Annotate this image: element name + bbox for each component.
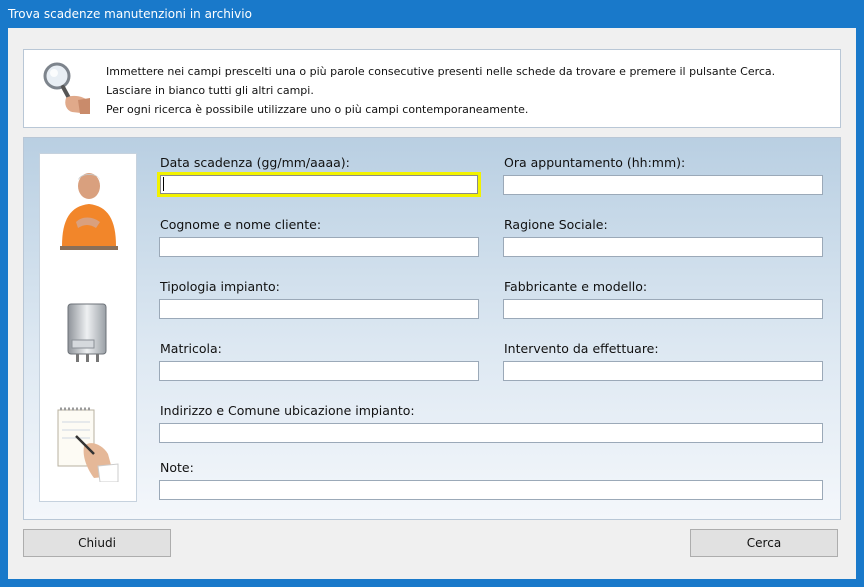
illustration-strip — [39, 153, 137, 502]
ora-appuntamento-input[interactable] — [503, 175, 823, 195]
close-button[interactable]: Chiudi — [23, 529, 171, 557]
ragione-sociale-input[interactable] — [503, 237, 823, 257]
fabbricante-modello-label: Fabbricante e modello: — [504, 279, 648, 294]
notepad-writing-icon — [57, 407, 119, 482]
boiler-icon — [67, 303, 107, 362]
note-label: Note: — [160, 460, 194, 475]
instructions-box: Immettere nei campi prescelti una o più … — [23, 49, 841, 128]
intervento-input[interactable] — [503, 361, 823, 381]
text-caret — [163, 177, 164, 191]
intervento-label: Intervento da effettuare: — [504, 341, 659, 356]
instructions-text: Immettere nei campi prescelti una o più … — [106, 62, 775, 119]
instruction-line: Immettere nei campi prescelti una o più … — [106, 65, 776, 78]
tipologia-impianto-input[interactable] — [159, 299, 479, 319]
customer-photo-icon — [60, 173, 118, 250]
matricola-label: Matricola: — [160, 341, 222, 356]
fabbricante-modello-input[interactable] — [503, 299, 823, 319]
dialog-body: Immettere nei campi prescelti una o più … — [8, 28, 856, 579]
tipologia-impianto-label: Tipologia impianto: — [160, 279, 280, 294]
instruction-line: Per ogni ricerca è possibile utilizzare … — [106, 103, 529, 116]
cognome-nome-input[interactable] — [159, 237, 479, 257]
window-title: Trova scadenze manutenzioni in archivio — [8, 7, 252, 21]
data-scadenza-input[interactable] — [157, 172, 481, 197]
matricola-input[interactable] — [159, 361, 479, 381]
dialog-window: Trova scadenze manutenzioni in archivio … — [0, 0, 864, 587]
title-bar[interactable]: Trova scadenze manutenzioni in archivio — [0, 0, 864, 28]
search-button[interactable]: Cerca — [690, 529, 838, 557]
search-form-panel: Data scadenza (gg/mm/aaaa): Ora appuntam… — [23, 137, 841, 520]
data-scadenza-label: Data scadenza (gg/mm/aaaa): — [160, 155, 350, 170]
cognome-nome-label: Cognome e nome cliente: — [160, 217, 322, 232]
instruction-line: Lasciare in bianco tutti gli altri campi… — [106, 84, 314, 97]
magnifier-hand-icon — [43, 62, 90, 114]
ragione-sociale-label: Ragione Sociale: — [504, 217, 608, 232]
note-input[interactable] — [159, 480, 823, 500]
indirizzo-label: Indirizzo e Comune ubicazione impianto: — [160, 403, 415, 418]
ora-appuntamento-label: Ora appuntamento (hh:mm): — [504, 155, 686, 170]
indirizzo-input[interactable] — [159, 423, 823, 443]
